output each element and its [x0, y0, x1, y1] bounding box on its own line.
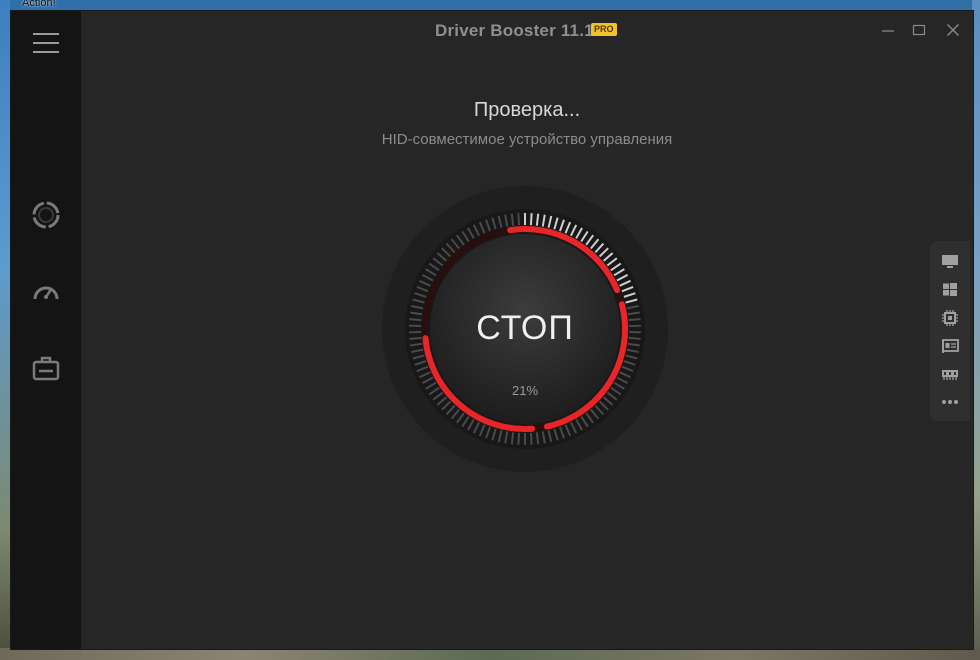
memory-icon — [942, 370, 958, 380]
category-windows[interactable] — [940, 281, 960, 299]
sidebar-item-toolbox[interactable] — [30, 352, 62, 384]
speedometer-icon — [33, 286, 59, 300]
scan-progress-gauge: СТОП 21% — [381, 185, 669, 473]
close-icon — [947, 24, 959, 36]
minimize-button[interactable] — [877, 19, 899, 41]
gauge-tick — [535, 432, 540, 445]
sidebar-item-boost[interactable] — [30, 276, 62, 308]
hamburger-icon-line — [33, 51, 59, 53]
title-bar: Driver Booster 11.1 PRO — [81, 11, 973, 51]
sidebar — [11, 11, 81, 649]
network-card-icon — [942, 339, 959, 353]
category-monitor[interactable] — [940, 253, 960, 271]
gauge-tick — [529, 213, 533, 226]
pro-badge: PRO — [591, 23, 617, 36]
driver-booster-window: Driver Booster 11.1 PRO Проверка... HID-… — [10, 10, 974, 650]
close-button[interactable] — [942, 19, 964, 41]
more-icon — [942, 400, 958, 404]
gauge-tick — [510, 213, 515, 226]
gauge-tick — [529, 432, 533, 445]
category-panel — [930, 241, 970, 421]
category-network-card[interactable] — [940, 337, 960, 355]
chip-icon — [942, 310, 958, 326]
app-title: Driver Booster 11.1 — [435, 21, 594, 40]
hamburger-icon-line — [33, 33, 59, 35]
windows-icon — [943, 283, 957, 296]
category-more[interactable] — [940, 393, 960, 411]
gauge-tick — [535, 213, 540, 226]
category-cpu[interactable] — [940, 309, 960, 327]
desktop-background-left — [0, 0, 10, 660]
category-memory[interactable] — [940, 365, 960, 383]
sidebar-item-scan[interactable] — [30, 199, 62, 231]
toolbox-icon — [32, 356, 60, 381]
scan-ring-icon — [32, 201, 60, 229]
scan-current-item: HID-совместимое устройство управления — [381, 131, 673, 148]
scan-status-title: Проверка... — [473, 99, 581, 121]
stop-button-label: СТОП — [476, 309, 574, 347]
monitor-icon — [942, 255, 958, 268]
minimize-icon — [882, 30, 894, 32]
hamburger-icon-line — [33, 42, 59, 44]
hamburger-menu-button[interactable] — [33, 33, 59, 53]
maximize-icon — [912, 24, 926, 36]
gauge-tick — [510, 432, 515, 445]
gauge-tick — [517, 213, 521, 226]
gauge-tick — [517, 432, 521, 445]
desktop-icon-label[interactable]: Action! — [22, 0, 56, 9]
maximize-button[interactable] — [908, 19, 930, 41]
scan-progress-percent: 21% — [511, 383, 539, 398]
